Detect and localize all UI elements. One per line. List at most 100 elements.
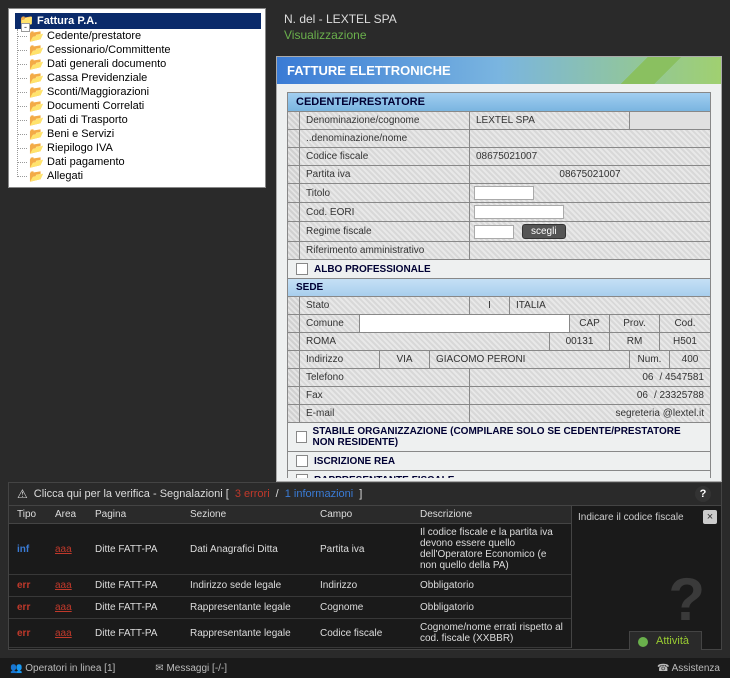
help-icon[interactable]: ?	[695, 486, 711, 502]
tree-item-label: Sconti/Maggiorazioni	[47, 86, 149, 98]
tree-root[interactable]: 📁 Fattura P.A.	[15, 13, 261, 29]
main-panel: FATTURE ELETTRONICHE CEDENTE/PRESTATORE …	[276, 56, 722, 482]
status-operators[interactable]: 👥 Operatori in linea [1]	[10, 663, 115, 674]
folder-icon: 📂	[29, 157, 43, 168]
lbl-stato: Stato	[300, 297, 470, 314]
question-icon: ?	[668, 565, 705, 634]
tree-item-label: Documenti Correlati	[47, 100, 144, 112]
status-messages[interactable]: ✉ Messaggi [-/-]	[155, 663, 227, 674]
chk-albo[interactable]: ALBO PROFESSIONALE	[287, 260, 711, 279]
tipo-cell: err	[9, 599, 47, 616]
scegli-button[interactable]: scegli	[522, 224, 566, 239]
lbl-nome: ..denominazione/nome	[300, 130, 470, 147]
report-row[interactable]: erraaaDitte FATT-PAIndirizzo sede legale…	[9, 575, 571, 597]
lbl-comune: Comune	[300, 315, 360, 332]
folder-icon: 📂	[29, 115, 43, 126]
report-panel: ⚠ Clicca qui per la verifica - Segnalazi…	[8, 482, 722, 650]
chk-rea[interactable]: ISCRIZIONE REA	[287, 452, 711, 471]
activity-tab[interactable]: Attività	[629, 631, 702, 650]
checkbox-icon[interactable]	[296, 431, 307, 443]
warning-icon: ⚠	[17, 487, 28, 501]
val-via: GIACOMO PERONI	[430, 351, 630, 368]
tipo-cell: err	[9, 625, 47, 642]
folder-icon: 📂	[29, 59, 43, 70]
val-num: 400	[670, 351, 710, 368]
tree-item[interactable]: 📂 Cedente/prestatore	[29, 29, 261, 43]
folder-icon: 📂	[29, 73, 43, 84]
lbl-email: E-mail	[300, 405, 470, 422]
val-regime: scegli	[470, 222, 710, 241]
checkbox-icon[interactable]	[296, 455, 308, 467]
area-link[interactable]: aaa	[55, 544, 72, 555]
tree-item-label: Riepilogo IVA	[47, 142, 113, 154]
area-link[interactable]: aaa	[55, 602, 72, 613]
val-denominazione: LEXTEL SPA	[470, 112, 630, 129]
folder-icon: 📂	[29, 143, 43, 154]
main-title: FATTURE ELETTRONICHE	[277, 57, 721, 84]
lbl-rifamm: Riferimento amministrativo	[300, 242, 470, 259]
val-fax: 06/ 23325788	[470, 387, 710, 404]
tree-item[interactable]: 📂Allegati	[29, 169, 261, 183]
tree-item-label: Cassa Previdenziale	[47, 72, 147, 84]
tree-item[interactable]: 📂 Dati pagamento	[29, 155, 261, 169]
tree-item[interactable]: 📂 Dati di Trasporto	[29, 113, 261, 127]
chk-rappr[interactable]: RAPPRESENTANTE FISCALE	[287, 471, 711, 478]
val-tel: 06/ 4547581	[470, 369, 710, 386]
val-stato: ITALIA	[510, 297, 710, 314]
val-cap: 00131	[550, 333, 610, 350]
val-comune: ROMA	[300, 333, 550, 350]
lbl-regime: Regime fiscale	[300, 222, 470, 241]
lbl-cf: Codice fiscale	[300, 148, 470, 165]
tree-item[interactable]: 📂 Beni e Servizi	[29, 127, 261, 141]
chk-stabile[interactable]: STABILE ORGANIZZAZIONE (COMPILARE SOLO S…	[287, 423, 711, 452]
tree-panel: - 📁 Fattura P.A. 📂Cedente/prestatore📂Ces…	[8, 8, 266, 188]
tree-item[interactable]: 📂 Cassa Previdenziale	[29, 71, 261, 85]
area-link[interactable]: aaa	[55, 580, 72, 591]
tree-root-label: Fattura P.A.	[37, 15, 97, 27]
tree-item-label: Dati pagamento	[47, 156, 125, 168]
val-eori[interactable]	[470, 203, 710, 221]
report-row[interactable]: erraaaDitte FATT-PARappresentante legale…	[9, 619, 571, 648]
tree-item[interactable]: 📂Sconti/Maggiorazioni	[29, 85, 261, 99]
folder-icon: 📂	[29, 31, 43, 42]
checkbox-icon[interactable]	[296, 474, 308, 478]
val-titolo[interactable]	[470, 184, 710, 202]
tree-item-label: Beni e Servizi	[47, 128, 114, 140]
header-title: N. del - LEXTEL SPA	[284, 12, 714, 26]
tree-item-label: Cessionario/Committente	[47, 44, 171, 56]
val-cod: H501	[660, 333, 710, 350]
lbl-tel: Telefono	[300, 369, 470, 386]
report-header[interactable]: ⚠ Clicca qui per la verifica - Segnalazi…	[9, 483, 721, 506]
lbl-piva: Partita iva	[300, 166, 470, 183]
status-bar: 👥 Operatori in linea [1] ✉ Messaggi [-/-…	[0, 658, 730, 678]
tree-item[interactable]: 📂 Documenti Correlati	[29, 99, 261, 113]
report-row[interactable]: erraaaDitte FATT-PARappresentante legale…	[9, 597, 571, 619]
tree-item-label: Dati generali documento	[47, 58, 166, 70]
close-icon[interactable]: ×	[703, 510, 717, 524]
section-sede: SEDE	[287, 279, 711, 297]
help-pane: × Indicare il codice fiscale ?	[571, 506, 721, 648]
report-columns: Tipo Area Pagina Sezione Campo Descrizio…	[9, 506, 571, 524]
val-prov: RM	[610, 333, 660, 350]
section-cedente: CEDENTE/PRESTATORE	[287, 92, 711, 112]
lbl-titolo: Titolo	[300, 184, 470, 202]
tree-item[interactable]: 📂 Riepilogo IVA	[29, 141, 261, 155]
tree-item-label: Cedente/prestatore	[47, 30, 141, 42]
folder-icon: 📂	[29, 45, 43, 56]
val-rifamm	[470, 242, 710, 259]
area-link[interactable]: aaa	[55, 628, 72, 639]
status-assist[interactable]: ☎ Assistenza	[657, 663, 720, 674]
tipo-cell: err	[9, 577, 47, 594]
tree-item[interactable]: 📂 Dati generali documento	[29, 57, 261, 71]
val-piva: 08675021007	[470, 166, 710, 183]
val-stato-code: I	[470, 297, 510, 314]
tree-item-label: Dati di Trasporto	[47, 114, 128, 126]
checkbox-icon[interactable]	[296, 263, 308, 275]
lbl-denominazione: Denominazione/cognome	[300, 112, 470, 129]
form-scroll[interactable]: CEDENTE/PRESTATORE Denominazione/cognome…	[277, 84, 721, 478]
folder-icon: 📂	[29, 129, 43, 140]
lbl-fax: Fax	[300, 387, 470, 404]
report-row[interactable]: infaaaDitte FATT-PADati Anagrafici Ditta…	[9, 524, 571, 575]
folder-icon: 📂	[29, 101, 43, 112]
tree-item[interactable]: 📂 Cessionario/Committente	[29, 43, 261, 57]
